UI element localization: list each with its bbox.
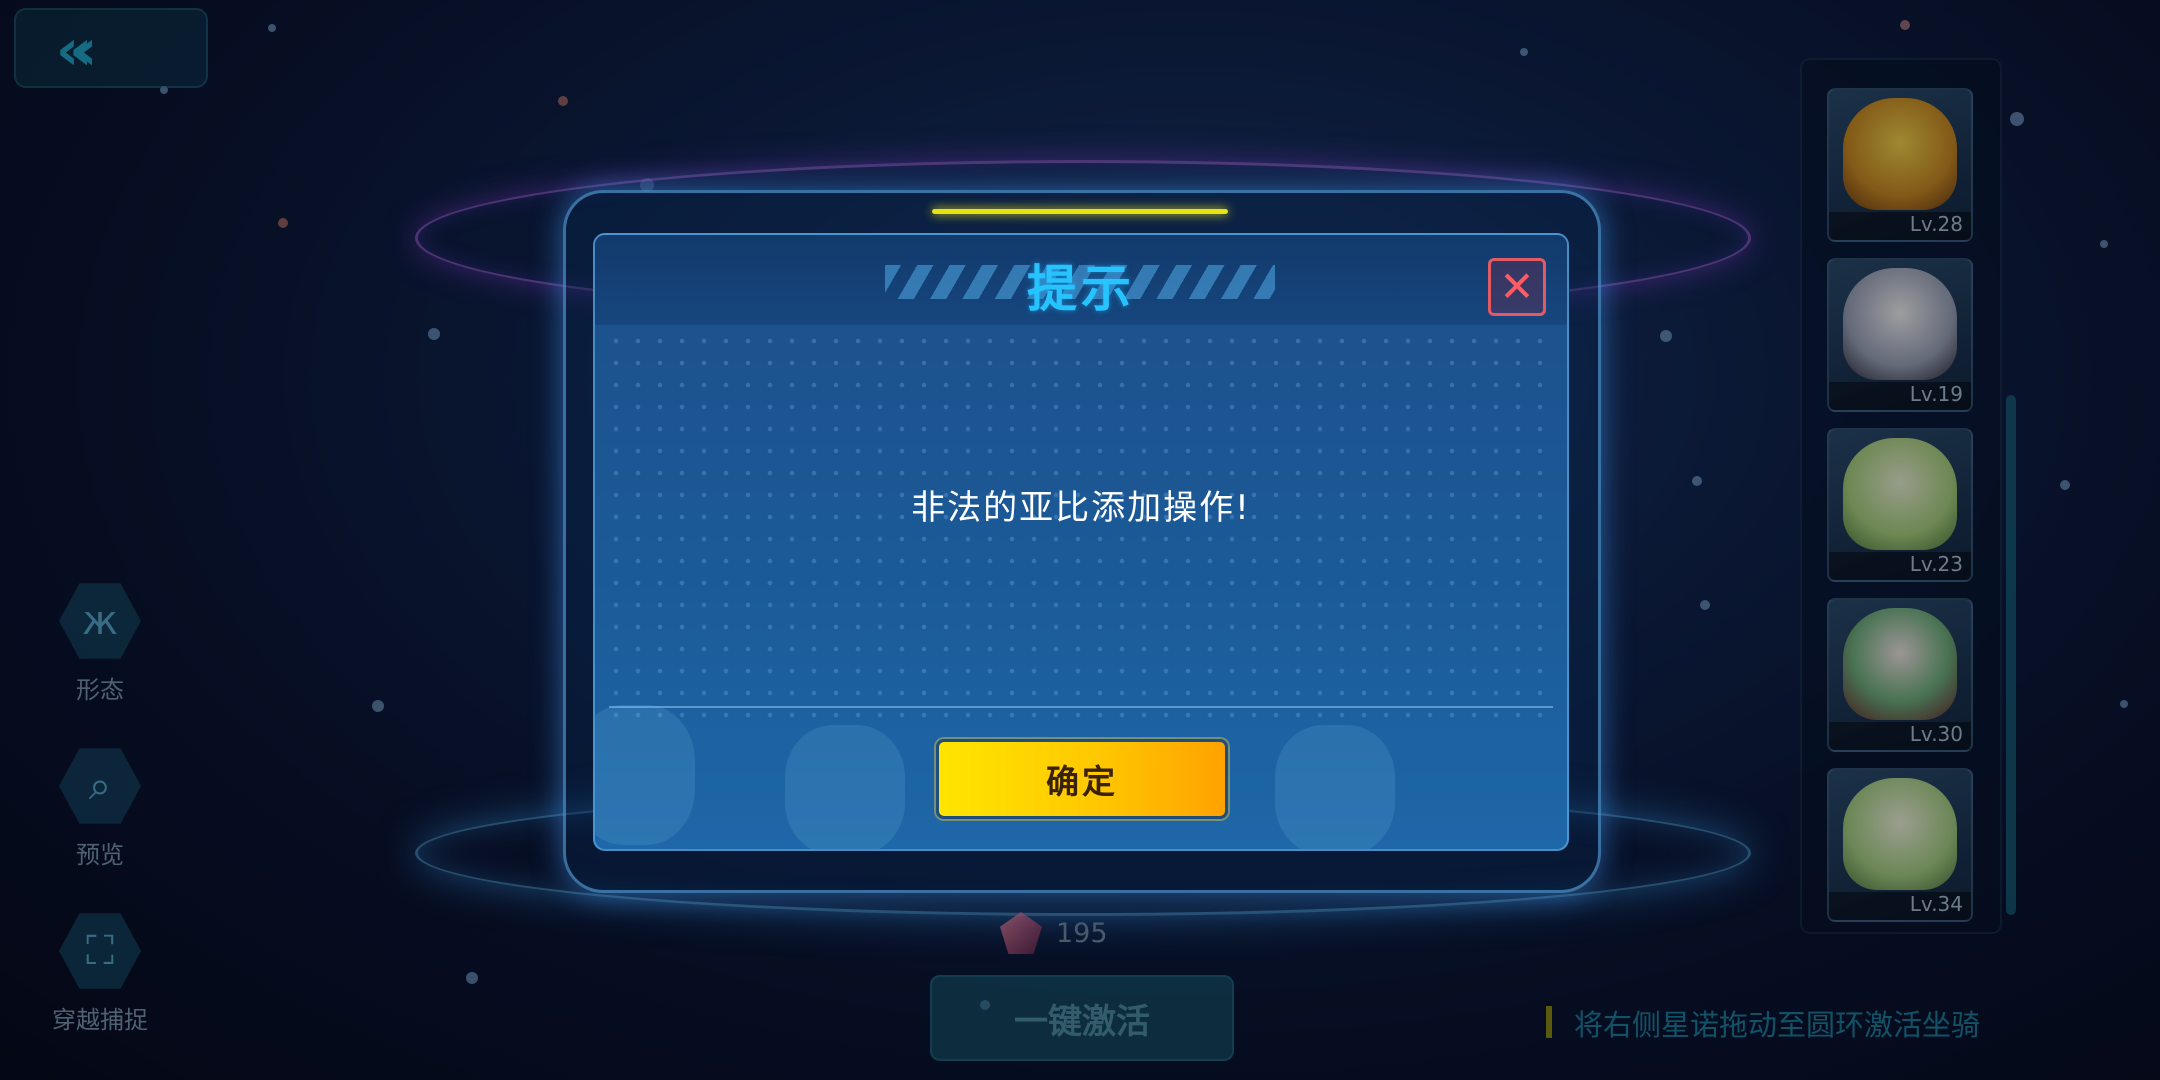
- dialog-dot-pattern: [605, 330, 1557, 729]
- alert-dialog: 提示 ✕ 非法的亚比添加操作! 确定: [593, 233, 1569, 851]
- dialog-title: 提示: [1027, 260, 1135, 318]
- confirm-button[interactable]: 确定: [936, 739, 1228, 819]
- close-button[interactable]: ✕: [1488, 258, 1546, 316]
- dialog-accent-line: [932, 209, 1228, 214]
- faded-pet-silhouette: [1275, 725, 1395, 849]
- close-icon: ✕: [1499, 262, 1535, 311]
- dialog-message: 非法的亚比添加操作!: [911, 488, 1251, 528]
- faded-pet-silhouette: [785, 725, 905, 849]
- dialog-divider: [609, 706, 1553, 708]
- faded-pet-silhouette: [595, 705, 695, 845]
